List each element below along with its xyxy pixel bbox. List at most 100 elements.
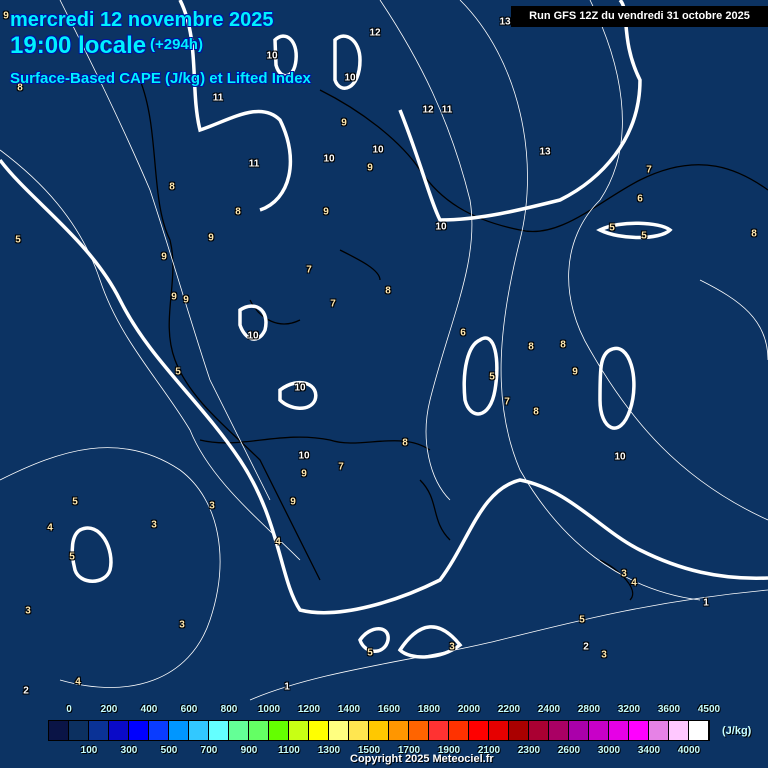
contour-label: 11 bbox=[441, 104, 453, 116]
contour-label: 8 bbox=[528, 341, 534, 353]
contour-label: 5 bbox=[489, 371, 495, 383]
colorbar-cell bbox=[489, 721, 509, 740]
colorbar-cell bbox=[109, 721, 129, 740]
contour-label: 3 bbox=[621, 568, 627, 580]
colorbar-cell bbox=[649, 721, 669, 740]
contour-label: 5 bbox=[175, 366, 181, 378]
colorbar-tick-label: 3000 bbox=[597, 745, 621, 756]
contour-label: 4 bbox=[75, 676, 81, 688]
contour-label: 9 bbox=[341, 117, 347, 129]
contour-label: 3 bbox=[25, 605, 31, 617]
contour-label: 10 bbox=[372, 144, 384, 156]
colorbar-cell bbox=[609, 721, 629, 740]
copyright: Copyright 2025 Meteociel.fr bbox=[350, 753, 494, 765]
colorbar-cell bbox=[269, 721, 289, 740]
contour-label: 10 bbox=[435, 221, 447, 233]
colorbar-cell bbox=[689, 721, 709, 740]
colorbar-tick-label: 700 bbox=[200, 745, 218, 756]
contour-label: 1 bbox=[703, 597, 709, 609]
colorbar-unit: (J/kg) bbox=[722, 725, 752, 737]
forecast-time: 19:00 locale bbox=[10, 32, 147, 59]
colorbar-tick-label: 3400 bbox=[637, 745, 661, 756]
run-banner: Run GFS 12Z du vendredi 31 octobre 2025 bbox=[511, 6, 768, 27]
contour-label: 4 bbox=[631, 577, 637, 589]
colorbar-tick-label: 1600 bbox=[377, 704, 401, 715]
colorbar-tick-label: 3600 bbox=[657, 704, 681, 715]
colorbar-tick-label: 600 bbox=[180, 704, 198, 715]
contour-label: 8 bbox=[169, 181, 175, 193]
colorbar-cell bbox=[329, 721, 349, 740]
colorbar-tick-label: 300 bbox=[120, 745, 138, 756]
colorbar-tick-label: 100 bbox=[80, 745, 98, 756]
forecast-lead: (+294h) bbox=[150, 36, 203, 53]
contour-label: 8 bbox=[751, 228, 757, 240]
contour-label: 5 bbox=[69, 551, 75, 563]
colorbar-tick-label: 1300 bbox=[317, 745, 341, 756]
colorbar-cell bbox=[309, 721, 329, 740]
contour-label: 7 bbox=[306, 264, 312, 276]
colorbar-tick-label: 2800 bbox=[577, 704, 601, 715]
colorbar-cell bbox=[669, 721, 689, 740]
contour-label: 5 bbox=[15, 234, 21, 246]
colorbar-tick-label: 2300 bbox=[517, 745, 541, 756]
contour-label: 13 bbox=[539, 146, 551, 158]
contour-label: 7 bbox=[330, 298, 336, 310]
contour-label: 10 bbox=[294, 382, 306, 394]
colorbar-cell bbox=[49, 721, 69, 740]
colorbar-cell bbox=[349, 721, 369, 740]
contour-label: 8 bbox=[533, 406, 539, 418]
colorbar-cell bbox=[69, 721, 89, 740]
contour-label: 13 bbox=[499, 16, 511, 28]
contour-label: 6 bbox=[460, 327, 466, 339]
contour-label: 3 bbox=[179, 619, 185, 631]
colorbar-tick-label: 4500 bbox=[697, 704, 721, 715]
contour-label: 9 bbox=[208, 232, 214, 244]
parameter-title: Surface-Based CAPE (J/kg) et Lifted Inde… bbox=[10, 70, 311, 87]
contour-label: 2 bbox=[23, 685, 29, 697]
colorbar-tick-label: 3200 bbox=[617, 704, 641, 715]
contour-label: 8 bbox=[402, 437, 408, 449]
contour-label: 9 bbox=[367, 162, 373, 174]
colorbar-cell bbox=[429, 721, 449, 740]
contour-label: 3 bbox=[209, 500, 215, 512]
colorbar-cell bbox=[369, 721, 389, 740]
colorbar-cell bbox=[529, 721, 549, 740]
colorbar-cell bbox=[289, 721, 309, 740]
contour-label: 8 bbox=[235, 206, 241, 218]
colorbar-tick-label: 0 bbox=[66, 704, 72, 715]
colorbar-tick-label: 1100 bbox=[278, 745, 300, 756]
colorbar-cell bbox=[549, 721, 569, 740]
colorbar-cell bbox=[469, 721, 489, 740]
colorbar-cell bbox=[149, 721, 169, 740]
contour-label: 9 bbox=[3, 10, 9, 22]
contour-label: 11 bbox=[248, 158, 260, 170]
contour-label: 5 bbox=[367, 647, 373, 659]
colorbar-cell bbox=[569, 721, 589, 740]
contour-label: 8 bbox=[560, 339, 566, 351]
contour-label: 5 bbox=[579, 614, 585, 626]
colorbar-tick-label: 400 bbox=[140, 704, 158, 715]
contour-label: 5 bbox=[72, 496, 78, 508]
colorbar-cell bbox=[389, 721, 409, 740]
colorbar-tick-label: 1400 bbox=[337, 704, 361, 715]
contour-label: 4 bbox=[275, 536, 281, 548]
contour-label: 7 bbox=[646, 164, 652, 176]
contour-label: 7 bbox=[504, 396, 510, 408]
contour-label: 9 bbox=[323, 206, 329, 218]
contour-label: 9 bbox=[572, 366, 578, 378]
colorbar-cell bbox=[229, 721, 249, 740]
colorbar-cell bbox=[189, 721, 209, 740]
contour-label: 9 bbox=[183, 294, 189, 306]
colorbar bbox=[48, 720, 710, 741]
colorbar-tick-label: 1800 bbox=[417, 704, 441, 715]
contour-label: 9 bbox=[161, 251, 167, 263]
contour-label: 9 bbox=[301, 468, 307, 480]
colorbar-tick-label: 2200 bbox=[497, 704, 521, 715]
colorbar-tick-label: 4000 bbox=[677, 745, 701, 756]
contour-label: 10 bbox=[247, 330, 259, 342]
contour-label: 10 bbox=[323, 153, 335, 165]
colorbar-cell bbox=[629, 721, 649, 740]
colorbar-tick-label: 500 bbox=[160, 745, 178, 756]
colorbar-cell bbox=[249, 721, 269, 740]
contour-label: 5 bbox=[609, 222, 615, 234]
